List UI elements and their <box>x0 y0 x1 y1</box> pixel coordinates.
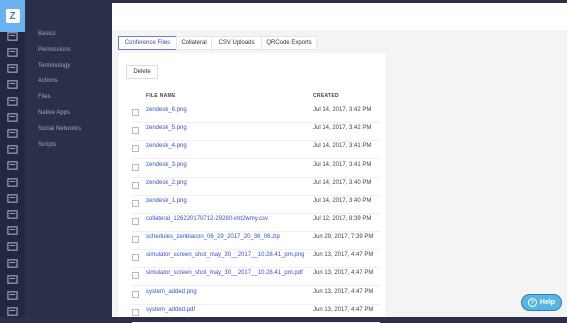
presentation-icon[interactable] <box>6 241 18 252</box>
table-row[interactable]: system_added.png Jun 13, 2017, 4:47 PM <box>132 286 380 305</box>
row-checkbox[interactable] <box>132 254 139 261</box>
subnav-item-basics[interactable]: Basics <box>38 31 56 37</box>
created-date: Jun 29, 2017, 7:39 PM <box>313 234 374 240</box>
subnav-item-terminology[interactable]: Terminology <box>38 63 70 69</box>
chat-icon[interactable] <box>6 47 18 58</box>
table-row[interactable]: simulator_screen_shot_may_30__2017__10.2… <box>132 267 380 286</box>
delete-button[interactable]: Delete <box>126 65 158 79</box>
table-row[interactable]: zendesk_3.png Jul 14, 2017, 3:41 PM <box>132 159 380 178</box>
created-date: Jul 14, 2017, 3:42 PM <box>313 107 372 113</box>
created-date: Jun 13, 2017, 4:47 PM <box>313 270 374 276</box>
document-icon[interactable] <box>6 112 18 123</box>
row-checkbox[interactable] <box>132 236 139 243</box>
table-row[interactable]: zendesk_1.png Jul 14, 2017, 3:40 PM <box>132 195 380 214</box>
tag-icon[interactable] <box>6 96 18 107</box>
created-date: Jun 13, 2017, 4:47 PM <box>313 252 374 258</box>
row-checkbox[interactable] <box>132 164 139 171</box>
column-header-created[interactable]: CREATED <box>313 93 339 99</box>
help-label: Help <box>539 299 556 306</box>
file-name-link[interactable]: zendesk_1.png <box>146 198 187 204</box>
subnav-item-actions[interactable]: Actions <box>38 78 58 84</box>
file-name-link[interactable]: zendesk_5.png <box>146 125 187 131</box>
subnav-item-scripts[interactable]: Scripts <box>38 142 56 148</box>
logo-letter: Z <box>5 9 20 23</box>
row-checkbox[interactable] <box>132 291 139 298</box>
app-logo[interactable]: Z <box>0 0 25 32</box>
file-name-link[interactable]: system_added.pdf <box>146 307 195 313</box>
table-row[interactable]: collateral_126220170712-29280-imt2wmy.cs… <box>132 213 380 232</box>
brush-icon[interactable] <box>6 193 18 204</box>
created-date: Jul 14, 2017, 3:40 PM <box>313 198 372 204</box>
settings-subnav: Basics Permissions Terminology Actions F… <box>25 0 112 317</box>
row-checkbox[interactable] <box>132 309 139 316</box>
file-name-link[interactable]: zendesk_4.png <box>146 143 187 149</box>
created-date: Jul 12, 2017, 8:39 PM <box>313 216 372 222</box>
subnav-item-files[interactable]: Files <box>38 94 51 100</box>
table-row[interactable]: zendesk_2.png Jul 14, 2017, 3:40 PM <box>132 177 380 196</box>
created-date: Jul 14, 2017, 3:42 PM <box>313 125 372 131</box>
users-icon[interactable] <box>6 79 18 90</box>
file-name-link[interactable]: simulator_screen_shot_may_30__2017__10.2… <box>146 270 303 276</box>
gear-icon[interactable] <box>6 290 18 301</box>
table-row[interactable]: zendesk_4.png Jul 14, 2017, 3:41 PM <box>132 140 380 159</box>
created-date: Jun 13, 2017, 4:47 PM <box>313 289 374 295</box>
row-checkbox[interactable] <box>132 109 139 116</box>
row-checkbox[interactable] <box>132 218 139 225</box>
table-row[interactable]: simulator_screen_shot_may_30__2017__10.2… <box>132 249 380 268</box>
tab-csv-uploads[interactable]: CSV Uploads <box>211 36 262 50</box>
file-name-link[interactable]: system_added.png <box>146 289 197 295</box>
file-name-link[interactable]: schedules_zenblacon_06_29_2017_20_36_06.… <box>146 234 280 240</box>
tab-conference-files[interactable]: Conference Files <box>118 36 177 50</box>
row-checkbox[interactable] <box>132 182 139 189</box>
created-date: Jul 14, 2017, 3:40 PM <box>313 180 372 186</box>
row-checkbox[interactable] <box>132 127 139 134</box>
tab-qrcode-exports[interactable]: QRCode Exports <box>261 36 317 50</box>
table-row[interactable]: system_added.pdf Jun 13, 2017, 4:47 PM <box>132 304 380 323</box>
created-date: Jul 14, 2017, 3:41 PM <box>313 162 372 168</box>
row-checkbox[interactable] <box>132 145 139 152</box>
document2-icon[interactable] <box>6 225 18 236</box>
doc-stack-icon[interactable] <box>6 177 18 188</box>
row-checkbox[interactable] <box>132 272 139 279</box>
help-icon: ? <box>527 298 537 307</box>
megaphone-icon[interactable] <box>6 63 18 74</box>
exit-icon[interactable] <box>6 306 18 317</box>
subnav-item-native-apps[interactable]: Native Apps <box>38 110 70 116</box>
file-icon[interactable] <box>6 144 18 155</box>
row-checkbox[interactable] <box>132 200 139 207</box>
bar-chart-icon[interactable] <box>6 31 18 42</box>
tab-collateral[interactable]: Collateral <box>176 36 212 50</box>
created-date: Jul 14, 2017, 3:41 PM <box>313 143 372 149</box>
main-content: Conference Files Collateral CSV Uploads … <box>112 0 567 323</box>
file-name-link[interactable]: simulator_screen_shot_may_30__2017__10.2… <box>146 252 304 258</box>
trophy-icon[interactable] <box>6 209 18 220</box>
eye-icon[interactable] <box>6 258 18 269</box>
file-name-link[interactable]: zendesk_2.png <box>146 180 187 186</box>
icon-sidebar: Z <box>0 0 25 317</box>
created-date: Jun 13, 2017, 4:47 PM <box>313 307 374 313</box>
monitor-icon[interactable] <box>6 128 18 139</box>
help-button[interactable]: ? Help <box>521 294 562 311</box>
table-row[interactable]: zendesk_6.png Jul 14, 2017, 3:42 PM <box>132 104 380 123</box>
database-icon[interactable] <box>6 274 18 285</box>
page-header <box>112 3 567 30</box>
file-name-link[interactable]: zendesk_3.png <box>146 162 187 168</box>
subnav-item-permissions[interactable]: Permissions <box>38 47 71 53</box>
table-row[interactable]: zendesk_5.png Jul 14, 2017, 3:42 PM <box>132 122 380 141</box>
table-row[interactable]: schedules_zenblacon_06_29_2017_20_36_06.… <box>132 231 380 250</box>
list-icon[interactable] <box>6 160 18 171</box>
subnav-item-social-networks[interactable]: Social Networks <box>38 126 81 132</box>
file-name-link[interactable]: zendesk_6.png <box>146 107 187 113</box>
column-header-file-name[interactable]: FILE NAME <box>146 93 176 99</box>
file-name-link[interactable]: collateral_126220170712-29280-imt2wmy.cs… <box>146 216 268 222</box>
